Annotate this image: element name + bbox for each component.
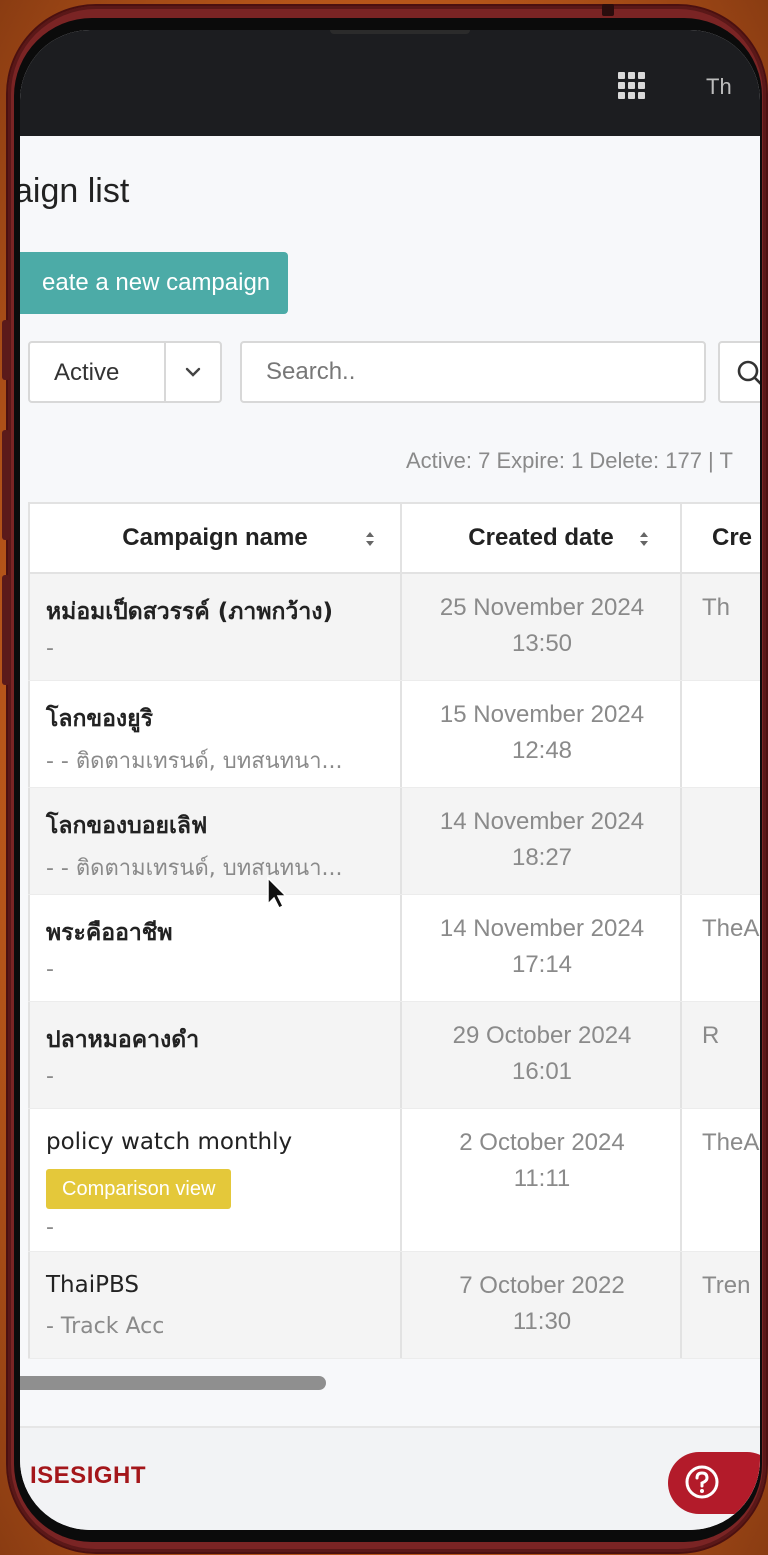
chevron-down-icon (185, 367, 201, 377)
header-created-date-label: Created date (468, 524, 614, 551)
user-menu[interactable]: Th (706, 74, 732, 100)
side-button (2, 320, 10, 380)
campaign-name-link[interactable]: โลกของบอยเลิฟ (46, 808, 207, 844)
create-campaign-button[interactable]: eate a new campaign (20, 252, 288, 314)
cell-campaign-name: พระคืออาชีพ - (28, 895, 402, 1001)
table-row[interactable]: policy watch monthly Comparison view - 2 Oc… (28, 1109, 760, 1252)
screen: Th aign list eate a new campaign Active … (20, 30, 760, 1530)
cell-created-date: 15 November 2024 12:48 (402, 681, 682, 787)
campaign-name-link[interactable]: พระคืออาชีพ (46, 915, 173, 951)
campaign-name-link[interactable]: policy watch monthly (46, 1129, 292, 1155)
cell-created-by: Tren (682, 1252, 760, 1358)
side-button (2, 430, 10, 540)
search-icon (737, 360, 760, 385)
cell-created-by: R (682, 1002, 760, 1108)
cell-created-by (682, 788, 760, 894)
cell-campaign-name: ThaiPBS - Track Acc (28, 1252, 402, 1358)
campaign-keywords: - Track Acc (46, 1314, 165, 1339)
table-row[interactable]: โลกของบอยเลิฟ - - ติดตามเทรนด์, บทสนทนา..… (28, 788, 760, 895)
cell-created-by: Th (682, 574, 760, 680)
cell-campaign-name: โลกของบอยเลิฟ - - ติดตามเทรนด์, บทสนทนา..… (28, 788, 402, 894)
cell-campaign-name: โลกของยูริ - - ติดตามเทรนด์, บทสนทนา... (28, 681, 402, 787)
campaign-keywords: - - ติดตามเทรนด์, บทสนทนา... (46, 749, 343, 774)
sort-icon (640, 532, 648, 546)
created-date: 14 November 2024 (439, 915, 645, 942)
select-divider (164, 343, 166, 401)
camera-dot (602, 4, 614, 16)
created-time: 13:50 (511, 630, 573, 657)
cell-created-date: 14 November 2024 18:27 (402, 788, 682, 894)
cell-created-by: TheA (682, 895, 760, 1001)
footer: ISESIGHT (20, 1426, 760, 1530)
header-created-date[interactable]: Created date (402, 504, 682, 572)
comparison-view-badge[interactable]: Comparison view (46, 1169, 232, 1209)
status-filter-value: Active (54, 359, 120, 386)
created-date: 14 November 2024 (439, 808, 645, 835)
campaign-name-link[interactable]: ปลาหมอคางดำ (46, 1022, 199, 1058)
cell-created-date: 2 October 2024 11:11 (402, 1109, 682, 1251)
campaign-name-link[interactable]: หม่อมเป็ดสวรรค์ (ภาพกว้าง) (46, 594, 333, 630)
created-time: 12:48 (511, 737, 573, 764)
horizontal-scrollbar[interactable] (20, 1376, 760, 1390)
cell-created-by (682, 681, 760, 787)
brand-logo: ISESIGHT (30, 1462, 147, 1489)
created-date: 7 October 2022 (459, 1272, 625, 1299)
campaign-keywords: - (46, 1215, 54, 1240)
created-date: 29 October 2024 (452, 1022, 632, 1049)
created-date: 25 November 2024 (439, 594, 645, 621)
created-date: 15 November 2024 (439, 701, 645, 728)
header-created-by[interactable]: Cre (682, 504, 760, 572)
cell-campaign-name: ปลาหมอคางดำ - (28, 1002, 402, 1108)
table-header: Campaign name Created date Cre (28, 504, 760, 574)
help-icon (685, 1465, 719, 1499)
grid-icon[interactable] (618, 72, 646, 100)
creator-name: TheA (702, 915, 760, 942)
header-campaign-name-label: Campaign name (122, 524, 308, 551)
campaign-name-link[interactable]: โลกของยูริ (46, 701, 153, 737)
created-time: 11:11 (513, 1165, 571, 1192)
created-time: 11:30 (512, 1308, 572, 1335)
campaign-name-link[interactable]: ThaiPBS (46, 1272, 139, 1298)
creator-name: TheA (702, 1129, 760, 1156)
table-body: หม่อมเป็ดสวรรค์ (ภาพกว้าง) - 25 November 2… (28, 574, 760, 1359)
table-row[interactable]: ปลาหมอคางดำ - 29 October 2024 16:01 R (28, 1002, 760, 1109)
campaign-keywords: - (46, 1064, 54, 1089)
sort-icon (366, 532, 374, 546)
cell-created-date: 14 November 2024 17:14 (402, 895, 682, 1001)
table-row[interactable]: พระคืออาชีพ - 14 November 2024 17:14 TheA (28, 895, 760, 1002)
status-filter-select[interactable]: Active (28, 341, 222, 403)
creator-name: R (702, 1022, 720, 1049)
campaign-table: Campaign name Created date Cre หม่อมเป็ด… (28, 502, 760, 1359)
main-content: aign list eate a new campaign Active Act… (20, 136, 760, 1426)
help-button[interactable] (668, 1452, 760, 1514)
table-row[interactable]: ThaiPBS - Track Acc 7 October 2022 11:30 Tre… (28, 1252, 760, 1359)
header-campaign-name[interactable]: Campaign name (28, 504, 402, 572)
page-title: aign list (20, 172, 130, 210)
campaign-keywords: - (46, 957, 54, 982)
campaign-summary: Active: 7 Expire: 1 Delete: 177 | T (406, 448, 733, 473)
creator-name: Th (702, 594, 731, 621)
mouse-cursor-icon (267, 876, 288, 910)
created-time: 17:14 (511, 951, 573, 978)
speaker-notch (330, 30, 470, 34)
cell-campaign-name: policy watch monthly Comparison view - (28, 1109, 402, 1251)
search-button[interactable] (718, 341, 760, 403)
created-time: 16:01 (511, 1058, 573, 1085)
side-button (2, 575, 10, 685)
cell-created-by: TheA (682, 1109, 760, 1251)
cell-created-date: 29 October 2024 16:01 (402, 1002, 682, 1108)
top-navbar: Th (20, 30, 760, 136)
created-date: 2 October 2024 (459, 1129, 625, 1156)
search-input[interactable] (240, 341, 706, 403)
cell-created-date: 25 November 2024 13:50 (402, 574, 682, 680)
created-time: 18:27 (511, 844, 573, 871)
creator-name: Tren (702, 1272, 751, 1299)
scrollbar-thumb[interactable] (20, 1376, 326, 1390)
campaign-keywords: - (46, 636, 54, 661)
table-row[interactable]: โลกของยูริ - - ติดตามเทรนด์, บทสนทนา... 15… (28, 681, 760, 788)
table-row[interactable]: หม่อมเป็ดสวรรค์ (ภาพกว้าง) - 25 November 2… (28, 574, 760, 681)
campaign-keywords: - - ติดตามเทรนด์, บทสนทนา... (46, 856, 343, 881)
cell-created-date: 7 October 2022 11:30 (402, 1252, 682, 1358)
cell-campaign-name: หม่อมเป็ดสวรรค์ (ภาพกว้าง) - (28, 574, 402, 680)
